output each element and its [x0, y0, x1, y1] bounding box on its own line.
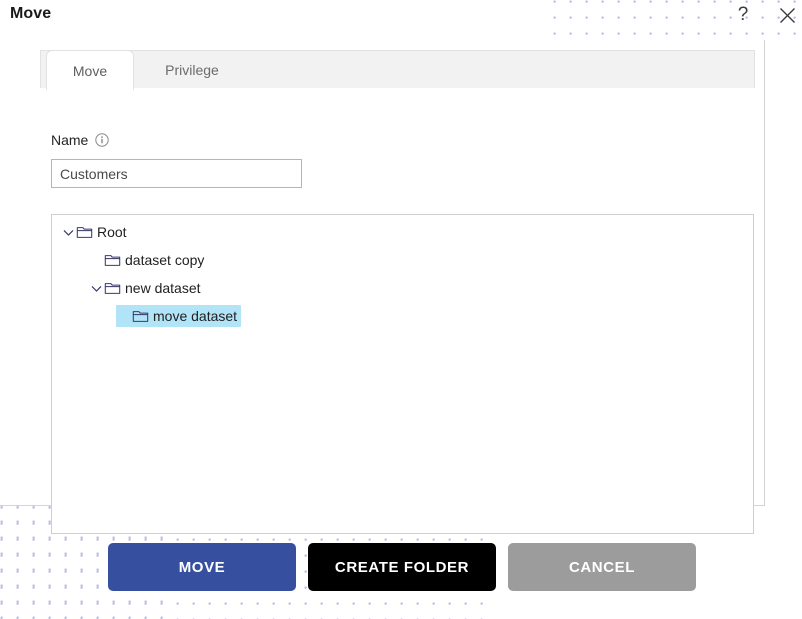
name-field-row: Name	[51, 132, 110, 148]
name-label: Name	[51, 132, 89, 148]
chevron-down-icon[interactable]	[88, 280, 104, 296]
cancel-button[interactable]: CANCEL	[508, 543, 696, 591]
help-icon[interactable]: ?	[730, 2, 756, 28]
dialog-titlebar: Move ?	[0, 0, 802, 40]
tree-node-label: move dataset	[153, 308, 238, 324]
folder-tree-panel[interactable]: Root dataset copy new dataset move dataset	[51, 214, 754, 534]
tab-bar: Move Privilege	[40, 50, 755, 90]
tree-node[interactable]: Root	[60, 221, 131, 243]
tab-move[interactable]: Move	[46, 50, 134, 90]
close-icon[interactable]	[774, 2, 800, 28]
tree-node-label: dataset copy	[125, 252, 205, 268]
tab-privilege[interactable]: Privilege	[144, 51, 240, 89]
tab-move-label: Move	[72, 62, 108, 79]
tree-node[interactable]: dataset copy	[88, 249, 208, 271]
create-folder-button[interactable]: CREATE FOLDER	[308, 543, 496, 591]
tree-node-label: new dataset	[125, 280, 201, 296]
move-button[interactable]: MOVE	[108, 543, 296, 591]
name-input[interactable]	[51, 159, 302, 188]
folder-icon	[104, 282, 121, 294]
dialog-card: Move Privilege Name Root dataset copy new …	[0, 40, 765, 534]
folder-icon	[76, 226, 93, 238]
folder-icon	[104, 254, 121, 266]
chevron-down-icon[interactable]	[60, 224, 76, 240]
folder-tree-list: Root dataset copy new dataset move dataset	[52, 221, 753, 327]
tree-node[interactable]: new dataset	[88, 277, 205, 299]
dialog-footer: MOVE CREATE FOLDER CANCEL	[0, 543, 802, 593]
tree-node-label: Root	[97, 224, 127, 240]
help-icon-glyph: ?	[737, 4, 749, 25]
page-title: Move	[10, 5, 52, 22]
info-circle-icon[interactable]	[95, 133, 110, 147]
folder-icon	[132, 310, 149, 322]
tab-privilege-label: Privilege	[165, 62, 219, 78]
tree-node[interactable]: move dataset	[116, 305, 242, 327]
